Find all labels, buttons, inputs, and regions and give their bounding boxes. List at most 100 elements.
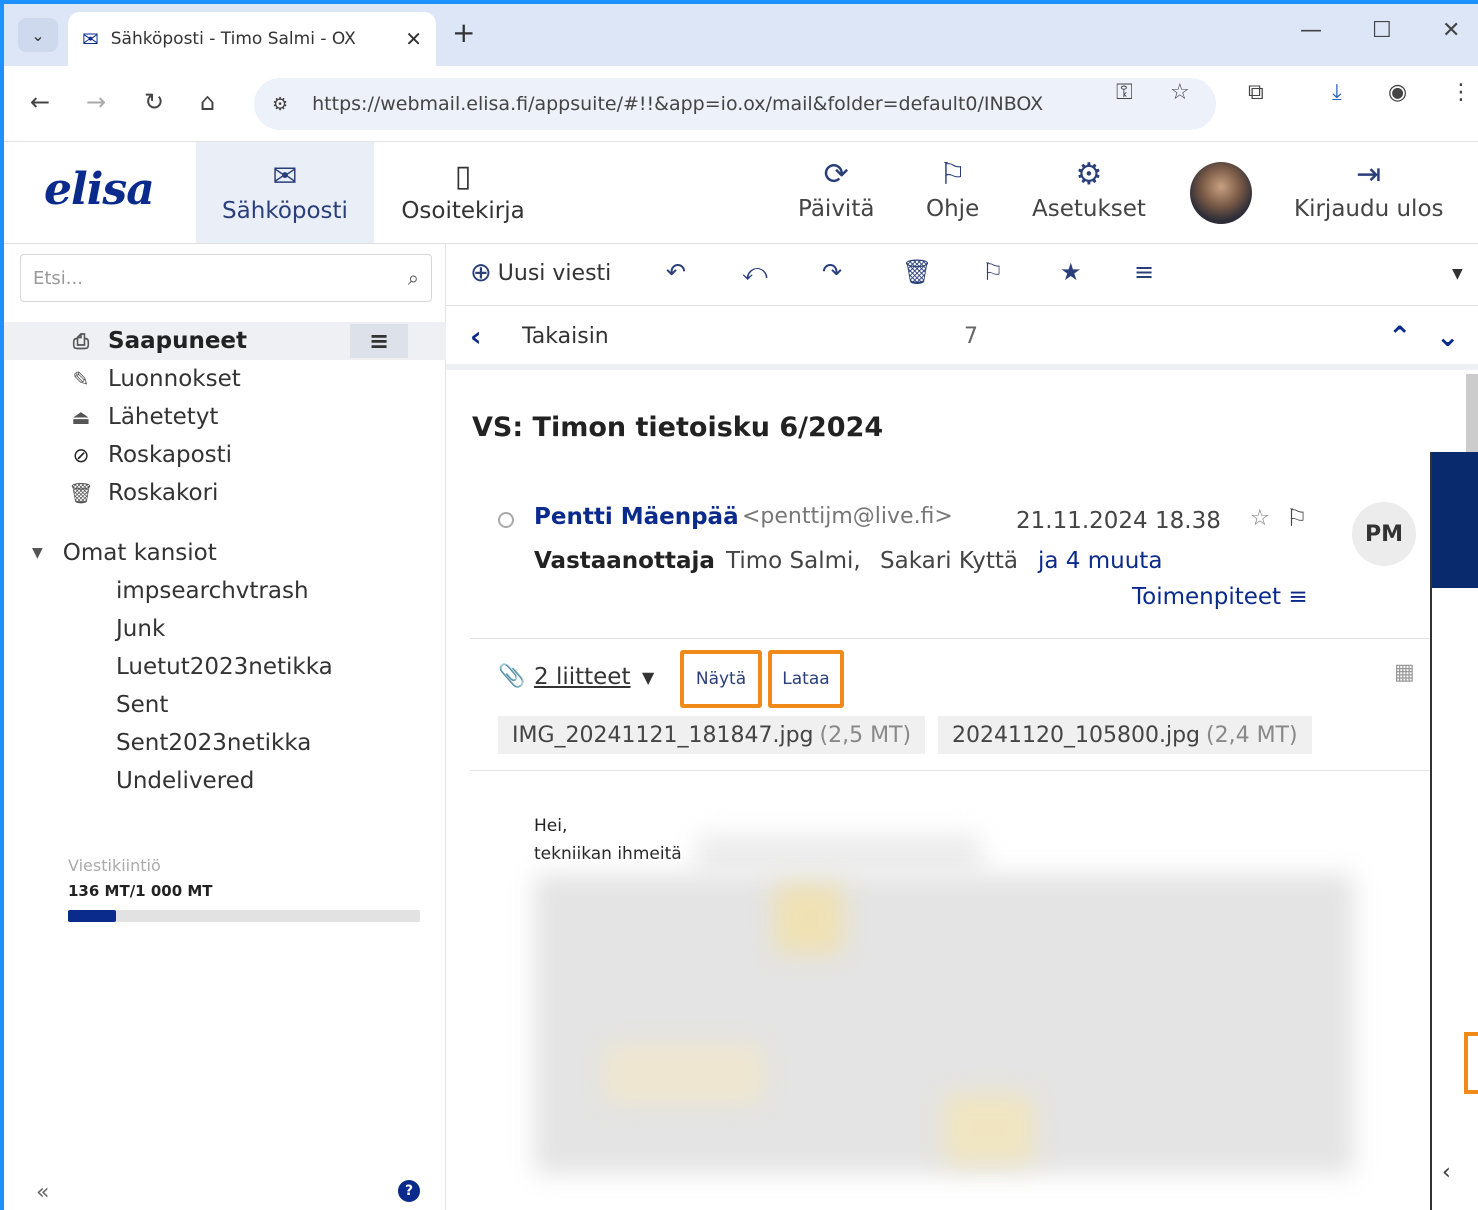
collapse-sidebar-icon[interactable]: « [36,1180,49,1205]
logout-label: Kirjaudu ulos [1294,196,1444,222]
favorite-star-icon[interactable]: ☆ [1250,506,1270,531]
back-icon[interactable]: ← [30,88,50,116]
recipient[interactable]: Sakari Kyttä [880,548,1018,574]
message-date: 21.11.2024 18.38 [1016,508,1221,534]
my-folders-toggle[interactable]: ▼ Omat kansiot [32,540,217,566]
scrollbar[interactable] [1466,374,1478,454]
url-text[interactable]: https://webmail.elisa.fi/appsuite/#!!&ap… [312,93,1043,115]
folder-spam[interactable]: ⊘ Roskaposti [4,436,446,474]
tab-search-button[interactable]: ⌄ [18,18,58,52]
browser-tab[interactable]: ✉ Sähköposti - Timo Salmi - OX A ✕ [68,12,436,66]
more-actions-icon[interactable]: ≡ [1134,258,1154,286]
attachment-item[interactable]: 20241120_105800.jpg (2,4 MT) [938,716,1312,754]
folder-menu-button[interactable]: ≡ [350,324,408,358]
sender-avatar: PM [1352,502,1416,566]
sent-icon: ⏏ [71,405,91,429]
forward-icon[interactable]: ↷ [822,258,842,286]
sender-name[interactable]: Pentti Mäenpää [534,504,739,530]
browser-menu-icon[interactable]: ⋮ [1450,80,1472,105]
recipient[interactable]: Timo Salmi, [726,548,861,574]
mail-icon: ✉ [82,27,99,51]
new-tab-button[interactable]: + [452,16,475,49]
tab-contacts-label: Osoitekirja [401,197,525,224]
flag-message-icon[interactable]: ⚐ [1286,504,1308,532]
folder-inbox[interactable]: ⎙ Saapuneet ≡ [4,322,446,360]
folder-sent[interactable]: ⏏ Lähetetyt [4,398,446,436]
close-window-button[interactable]: ✕ [1442,18,1460,43]
next-message-icon[interactable]: ⌄ [1436,320,1459,353]
back-button[interactable]: Takaisin [522,324,609,349]
password-key-icon[interactable]: ⚿ [1116,80,1133,105]
tab-mail[interactable]: ✉ Sähköposti [196,142,374,243]
star-icon[interactable]: ★ [1060,258,1082,286]
attachments-caret-icon[interactable]: ▼ [642,668,654,687]
panel-back-icon[interactable]: ‹ [1442,1160,1451,1185]
grid-view-icon[interactable]: ▦ [1394,660,1415,685]
attachment-size: (2,5 MT) [819,722,912,748]
help-icon[interactable]: ? [398,1180,420,1202]
reply-all-icon[interactable]: ⤺ [742,258,768,286]
signpost-icon: ⚐ [939,157,967,192]
refresh-button[interactable]: ⟳ Päivitä [798,160,875,223]
more-recipients-link[interactable]: ja 4 muuta [1038,548,1162,574]
actions-menu-button[interactable]: Toimenpiteet ≡ [1132,584,1308,610]
message-body-line: tekniikan ihmeitä [534,844,682,864]
close-tab-icon[interactable]: ✕ [405,27,422,51]
subfolder-item[interactable]: Junk [116,616,165,642]
forward-icon[interactable]: → [86,88,106,116]
user-avatar[interactable] [1190,162,1252,224]
subfolder-item[interactable]: Luetut2023netikka [116,654,333,680]
panel-highlight [1464,1032,1478,1094]
bookmark-star-icon[interactable]: ☆ [1170,80,1190,105]
logout-button[interactable]: ⇥ Kirjaudu ulos [1294,157,1444,223]
app-header: elisa ✉ Sähköposti ▯ Osoitekirja ⟳ Päivi… [4,142,1478,244]
settings-button[interactable]: ⚙ Asetukset [1032,157,1146,223]
subfolder-item[interactable]: Sent [116,692,168,718]
maximize-button[interactable]: ☐ [1372,18,1392,43]
show-attachments-button[interactable]: Näytä [680,650,762,708]
subfolder-item[interactable]: Undelivered [116,768,254,794]
panel-header [1432,452,1478,588]
home-icon[interactable]: ⌂ [200,88,215,116]
read-status-icon[interactable] [498,512,514,528]
actions-label: Toimenpiteet [1132,584,1282,610]
address-bar: ← → ↻ ⌂ ⚙ https://webmail.elisa.fi/appsu… [4,66,1478,142]
attachment-item[interactable]: IMG_20241121_181847.jpg (2,5 MT) [498,716,926,754]
download-attachments-button[interactable]: Lataa [768,650,844,708]
folder-trash[interactable]: 🗑 Roskakori [4,474,446,512]
gear-icon: ⚙ [1075,157,1103,192]
search-input[interactable]: Etsi... ⌕ [20,254,432,302]
reload-icon[interactable]: ↻ [144,88,164,116]
delete-icon[interactable]: 🗑 [902,258,932,286]
folder-sidebar: Etsi... ⌕ ⎙ Saapuneet ≡ ✎ Luonnokset ⏏ L… [4,244,446,1210]
subfolder-item[interactable]: Sent2023netikka [116,730,311,756]
download-icon[interactable]: ⤓ [1332,80,1342,105]
quota-fill [68,910,116,922]
inbox-icon: ⎙ [73,329,89,353]
extensions-icon[interactable]: ⧉ [1248,80,1264,105]
chevron-down-icon: ⌄ [31,25,45,45]
new-message-button[interactable]: ⊕ Uusi viesti [470,258,611,288]
browser-tab-bar: ⌄ ✉ Sähköposti - Timo Salmi - OX A ✕ + —… [4,4,1478,66]
subfolder-item[interactable]: impsearchvtrash [116,578,309,604]
minimize-button[interactable]: — [1300,18,1322,43]
back-chevron-icon[interactable]: ‹ [470,320,482,353]
logout-icon: ⇥ [1356,157,1382,192]
omnibox[interactable]: ⚙ https://webmail.elisa.fi/appsuite/#!!&… [254,78,1216,130]
previous-message-icon[interactable]: ⌃ [1388,320,1411,353]
toolbar-dropdown-icon[interactable]: ▼ [1452,266,1463,282]
folder-drafts[interactable]: ✎ Luonnokset [4,360,446,398]
refresh-label: Päivitä [798,196,875,222]
envelope-icon: ✉ [272,158,298,194]
tab-contacts[interactable]: ▯ Osoitekirja [382,142,544,243]
help-button[interactable]: ⚐ Ohje [926,157,979,223]
search-icon[interactable]: ⌕ [408,266,419,290]
reply-icon[interactable]: ↶ [666,258,686,286]
folder-label: Roskaposti [108,442,233,468]
plus-circle-icon: ⊕ [470,258,492,288]
flag-icon[interactable]: ⚐ [982,258,1004,286]
attachments-link[interactable]: 2 liitteet [534,664,630,690]
profile-icon[interactable]: ◉ [1388,80,1407,105]
message-body-line: Hei, [534,816,568,836]
site-settings-icon[interactable]: ⚙ [272,94,288,115]
